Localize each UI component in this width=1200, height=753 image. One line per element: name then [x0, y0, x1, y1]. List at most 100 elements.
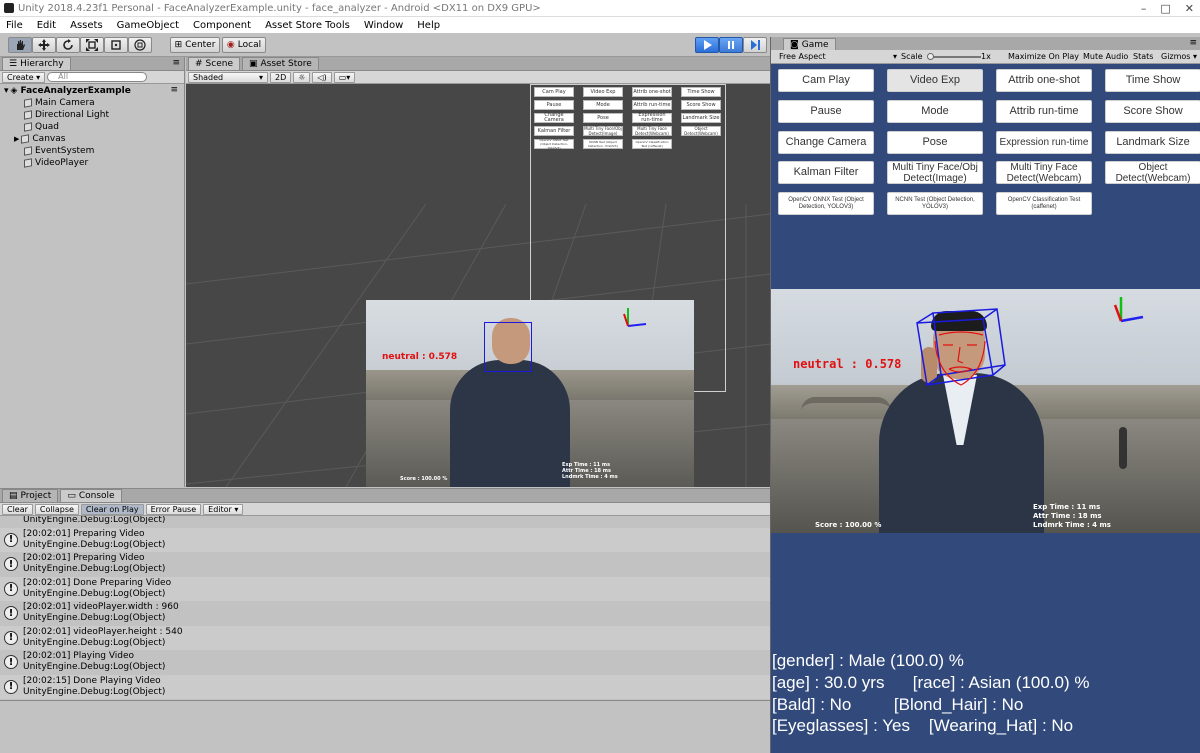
attrib-run-time-button[interactable]: Attrib run-time	[996, 100, 1092, 123]
landmark-size-button[interactable]: Landmark Size	[1105, 131, 1200, 154]
mode-button[interactable]: Mode	[887, 100, 983, 123]
maximize-on-play-toggle[interactable]: Maximize On Play	[1008, 52, 1079, 61]
attrib-one-shot-button[interactable]: Attrib one-shot	[996, 69, 1092, 92]
lighting-toggle-button[interactable]: ☼	[293, 71, 311, 83]
video-exp-button[interactable]: Video Exp	[887, 69, 983, 92]
scene-btn-object-detect: Object Detect(Webcam)	[681, 126, 721, 136]
step-button[interactable]	[743, 37, 767, 53]
face-3d-box	[916, 308, 1006, 386]
menu-window[interactable]: Window	[364, 20, 403, 31]
multi-tiny-face-image-button[interactable]: Multi Tiny Face/Obj Detect(Image)	[887, 161, 983, 184]
scene-viewport[interactable]: Cam Play Video Exp Attrib one-shot Time …	[186, 84, 770, 487]
effects-dropdown[interactable]: ▭ ▾	[333, 71, 356, 83]
console-entry[interactable]: ! [20:02:01] Done Preparing Video UnityEn…	[0, 576, 770, 601]
menu-help[interactable]: Help	[417, 20, 440, 31]
hierarchy-item-canvas[interactable]: ▶ Canvas	[14, 133, 65, 145]
scene-timing: Exp Time : 11 ms Attr Time : 18 ms Lndmr…	[562, 462, 618, 480]
menu-gameobject[interactable]: GameObject	[117, 20, 179, 31]
console-entry[interactable]: UnityEngine.Debug:Log(Object)	[0, 516, 770, 528]
console-collapse-button[interactable]: Collapse	[34, 503, 79, 515]
close-icon[interactable]: ✕	[1185, 2, 1194, 15]
tab-scene[interactable]: # Scene	[188, 57, 240, 70]
maximize-icon[interactable]: □	[1160, 2, 1170, 15]
opencv-onnx-test-button[interactable]: OpenCV ONNX Test (Object Detection, YOLO…	[778, 192, 874, 215]
console-log-list: UnityEngine.Debug:Log(Object) ! [20:02:0…	[0, 516, 770, 753]
time-show-button[interactable]: Time Show	[1105, 69, 1200, 92]
scene-root[interactable]: ▾ ◈ FaceAnalyzerExample	[4, 85, 131, 97]
menu-assets[interactable]: Assets	[70, 20, 103, 31]
panel-menu-icon[interactable]: ≡	[172, 58, 180, 68]
play-button[interactable]	[695, 37, 719, 53]
console-error-pause-button[interactable]: Error Pause	[145, 503, 202, 515]
pause-game-button[interactable]: Pause	[778, 100, 874, 123]
2d-toggle-button[interactable]: 2D	[270, 71, 292, 83]
audio-toggle-button[interactable]: ◁)	[312, 71, 332, 83]
multi-tiny-face-webcam-button[interactable]: Multi Tiny Face Detect(Webcam)	[996, 161, 1092, 184]
console-clear-on-play-button[interactable]: Clear on Play	[80, 503, 144, 515]
stats-toggle[interactable]: Stats	[1133, 52, 1153, 61]
tab-game[interactable]: ◙ Game	[783, 38, 836, 50]
scale-tool-button[interactable]	[80, 37, 104, 53]
tab-project[interactable]: ▤ Project	[2, 489, 59, 502]
transform-tool-button[interactable]	[128, 37, 152, 53]
expand-arrow-icon[interactable]: ▾	[4, 86, 9, 96]
object-detect-webcam-button[interactable]: Object Detect(Webcam)	[1105, 161, 1200, 184]
console-entry[interactable]: ! [20:02:01] Preparing Video UnityEngine.…	[0, 552, 770, 577]
rect-tool-button[interactable]	[104, 37, 128, 53]
rotate-tool-button[interactable]	[56, 37, 80, 53]
hierarchy-item-videoplayer[interactable]: VideoPlayer	[24, 157, 88, 169]
shading-mode-dropdown[interactable]: Shaded ▾	[188, 71, 268, 83]
scene-menu-icon[interactable]: ≡	[170, 85, 178, 95]
change-camera-button[interactable]: Change Camera	[778, 131, 874, 154]
console-entry[interactable]: ! [20:02:01] videoPlayer.width : 960 Unit…	[0, 601, 770, 626]
hierarchy-item-quad[interactable]: Quad	[24, 121, 59, 133]
console-entry[interactable]: ! [20:02:01] Playing Video UnityEngine.De…	[0, 650, 770, 675]
ncnn-test-button[interactable]: NCNN Test (Object Detection, YOLOV3)	[887, 192, 983, 215]
tab-hierarchy[interactable]: ☰ Hierarchy	[2, 57, 71, 70]
menu-bar: File Edit Assets GameObject Component As…	[0, 17, 1200, 33]
aspect-dropdown[interactable]: Free Aspect ▾	[779, 52, 897, 61]
pivot-center-button[interactable]: ⊞ Center	[170, 37, 220, 53]
menu-edit[interactable]: Edit	[37, 20, 56, 31]
unity-scene-icon: ◈	[10, 86, 18, 96]
space-local-button[interactable]: ◉ Local	[222, 37, 266, 53]
score-show-button[interactable]: Score Show	[1105, 100, 1200, 123]
menu-component[interactable]: Component	[193, 20, 251, 31]
menu-asset-store-tools[interactable]: Asset Store Tools	[265, 20, 350, 31]
console-entry[interactable]: ! [20:02:15] Done Playing Video UnityEngi…	[0, 674, 770, 699]
hierarchy-item-main-camera[interactable]: Main Camera	[24, 97, 95, 109]
speaker-icon: ◁)	[317, 72, 327, 82]
minimize-icon[interactable]: –	[1141, 2, 1147, 15]
hierarchy-item-directional-light[interactable]: Directional Light	[24, 109, 109, 121]
gizmos-dropdown[interactable]: Gizmos ▾	[1161, 52, 1197, 61]
tab-console[interactable]: ▭ Console	[60, 489, 122, 502]
move-tool-button[interactable]	[32, 37, 56, 53]
hierarchy-search-input[interactable]: All	[47, 72, 148, 82]
tab-asset-store[interactable]: ▣ Asset Store	[242, 57, 319, 70]
menu-file[interactable]: File	[6, 20, 23, 31]
console-detail-divider[interactable]	[0, 700, 770, 701]
transform-icon	[134, 39, 146, 51]
expression-run-time-button[interactable]: Expression run-time	[996, 131, 1092, 154]
expand-arrow-icon[interactable]: ▶	[14, 135, 19, 143]
scale-slider-thumb[interactable]	[927, 53, 934, 60]
opencv-classification-test-button[interactable]: OpenCV Classification Test (caffenet)	[996, 192, 1092, 215]
kalman-filter-button[interactable]: Kalman Filter	[778, 161, 874, 184]
list-icon: ☰	[9, 59, 18, 69]
hand-tool-button[interactable]	[8, 37, 32, 53]
console-clear-button[interactable]: Clear	[2, 503, 33, 515]
create-dropdown[interactable]: Create ▾	[2, 71, 46, 83]
scene-btn-pause: Pause	[534, 100, 574, 110]
panel-menu-icon[interactable]: ≡	[1189, 38, 1197, 48]
hierarchy-item-eventsystem[interactable]: EventSystem	[24, 145, 94, 157]
scene-btn-onnx: OpenCV ONNX Test (Object Detection, YOLO…	[534, 138, 574, 150]
gameobject-icon	[24, 122, 32, 132]
console-entry[interactable]: ! [20:02:01] Preparing Video UnityEngine.…	[0, 527, 770, 552]
console-editor-dropdown[interactable]: Editor ▾	[203, 503, 244, 515]
pause-button[interactable]	[719, 37, 743, 53]
pose-button[interactable]: Pose	[887, 131, 983, 154]
console-entry[interactable]: ! [20:02:01] videoPlayer.height : 540 Uni…	[0, 625, 770, 650]
mute-audio-toggle[interactable]: Mute Audio	[1083, 52, 1128, 61]
scale-slider[interactable]	[927, 53, 981, 60]
cam-play-button[interactable]: Cam Play	[778, 69, 874, 92]
